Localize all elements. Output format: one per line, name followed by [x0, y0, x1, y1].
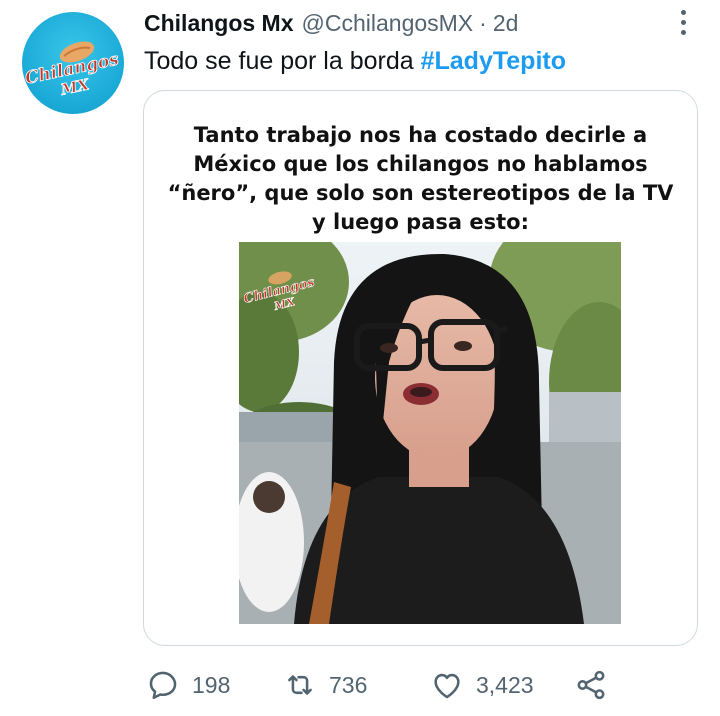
- caption-line: Tanto trabajo nos ha costado decirle a: [193, 123, 648, 147]
- display-name[interactable]: Chilangos Mx: [144, 10, 294, 37]
- separator-dot: ·: [479, 9, 487, 36]
- tweet-text: Todo se fue por la borda #LadyTepito: [144, 45, 566, 77]
- heart-icon: [434, 673, 460, 699]
- user-handle[interactable]: @CchilangosMX: [302, 10, 474, 37]
- avatar[interactable]: Chilangos MX: [22, 12, 124, 114]
- timestamp[interactable]: 2d: [493, 10, 519, 37]
- caption-line: y luego pasa esto:: [312, 210, 529, 234]
- media-card[interactable]: Tanto trabajo nos ha costado decirle a M…: [143, 90, 698, 646]
- retweet-icon: [288, 675, 312, 695]
- chilangos-logo: Chilangos MX: [23, 41, 121, 99]
- reply-button[interactable]: 198: [146, 664, 230, 706]
- caption-line: “ñero”, que solo son estereotipos de la …: [167, 181, 674, 205]
- more-horizontal-icon[interactable]: [672, 10, 694, 38]
- like-count: 3,423: [476, 671, 534, 698]
- retweet-count: 736: [329, 671, 368, 698]
- media-photo[interactable]: Chilangos MX: [239, 242, 621, 624]
- caption-line: México que los chilangos no hablamos: [193, 152, 648, 176]
- retweet-button[interactable]: 736: [283, 664, 367, 706]
- hashtag-link[interactable]: #LadyTepito: [421, 47, 566, 75]
- reply-icon: [149, 671, 177, 700]
- tweet-body: Todo se fue por la borda: [144, 47, 414, 75]
- media-caption: Tanto trabajo nos ha costado decirle a M…: [144, 121, 697, 237]
- share-button[interactable]: [574, 664, 608, 706]
- tweet-header: Chilangos Mx @CchilangosMX · 2d: [144, 8, 518, 38]
- share-icon: [577, 670, 605, 700]
- like-button[interactable]: 3,423: [430, 664, 534, 706]
- reply-count: 198: [192, 671, 231, 698]
- tweet[interactable]: Chilangos MX Chilangos Mx @CchilangosMX …: [0, 0, 720, 716]
- action-bar: 198 736 3,423: [0, 664, 720, 706]
